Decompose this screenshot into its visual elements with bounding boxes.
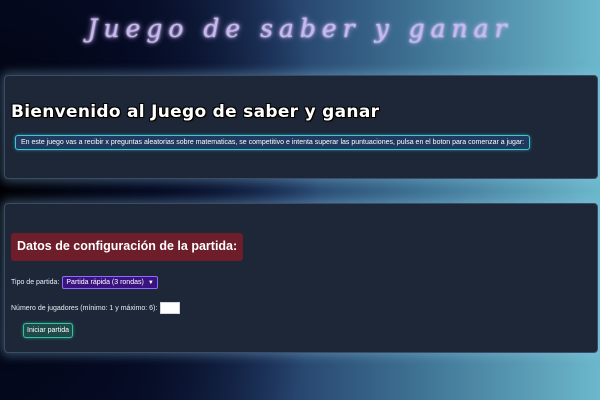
- welcome-card: Bienvenido al Juego de saber y ganar En …: [4, 75, 598, 179]
- config-heading: Datos de configuración de la partida:: [17, 239, 238, 253]
- config-card: Datos de configuración de la partida: Ti…: [4, 203, 598, 353]
- game-type-select[interactable]: Partida rápida (3 rondas) ▼: [62, 276, 158, 289]
- chevron-down-icon: ▼: [147, 279, 154, 286]
- intro-text: En este juego vas a recibir x preguntas …: [15, 135, 531, 150]
- game-type-selected-value: Partida rápida (3 rondas): [66, 279, 144, 286]
- players-number-input[interactable]: [160, 302, 181, 314]
- players-label: Número de jugadores (mínimo: 1 y máximo:…: [11, 304, 158, 312]
- game-type-row: Tipo de partida: Partida rápida (3 ronda…: [11, 276, 158, 289]
- players-row: Número de jugadores (mínimo: 1 y máximo:…: [11, 302, 181, 314]
- page-title: Juego de saber y ganar: [87, 14, 513, 43]
- start-game-button[interactable]: Iniciar partida: [23, 323, 74, 338]
- welcome-heading: Bienvenido al Juego de saber y ganar: [11, 102, 380, 122]
- config-heading-box: Datos de configuración de la partida:: [11, 233, 244, 261]
- game-type-label: Tipo de partida:: [11, 279, 60, 286]
